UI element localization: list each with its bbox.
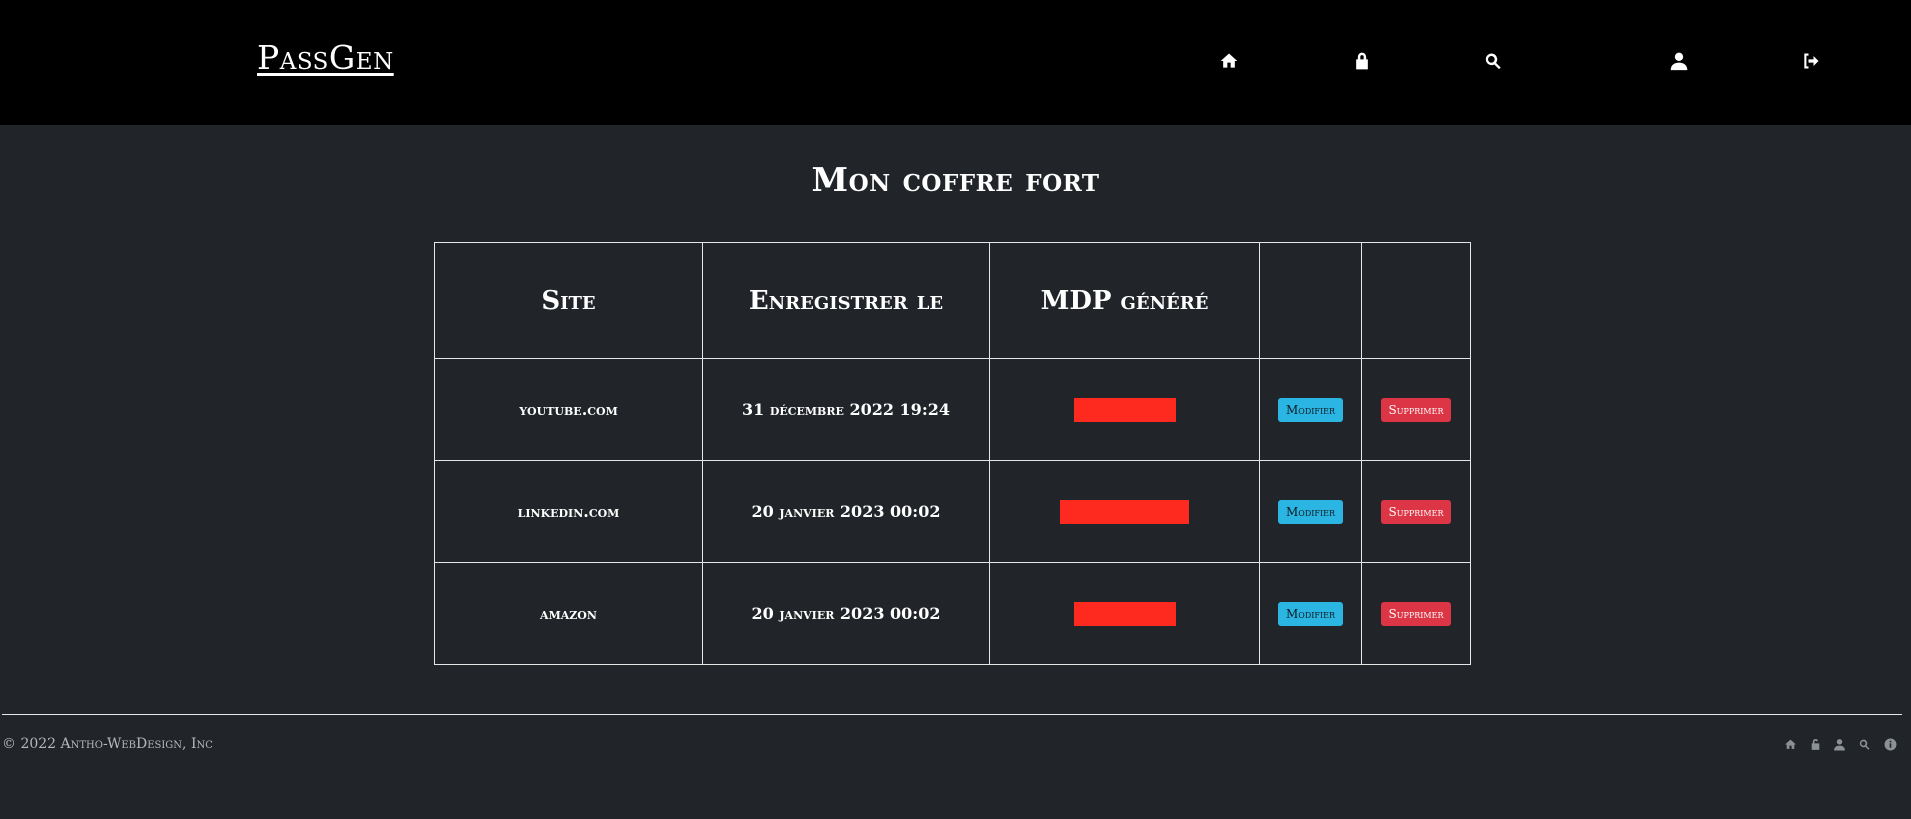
search-icon[interactable] [1482, 50, 1504, 72]
table-row: youtube.com 31 décembre 2022 19:24 Modif… [434, 358, 1471, 461]
info-icon[interactable] [1883, 737, 1897, 751]
page-title: Mon coffre fort [811, 160, 1100, 199]
column-header-modify [1259, 242, 1362, 359]
modify-button[interactable]: Modifier [1278, 601, 1343, 626]
table-row: amazon 20 janvier 2023 00:02 Modifier Su… [434, 562, 1471, 665]
home-icon[interactable] [1783, 737, 1797, 751]
delete-button[interactable]: Supprimer [1380, 601, 1452, 626]
column-header-delete [1361, 242, 1471, 359]
site-cell: linkedin.com [434, 460, 703, 563]
delete-cell: Supprimer [1361, 460, 1471, 563]
delete-cell: Supprimer [1361, 562, 1471, 665]
column-header-date: Enregistrer le [702, 242, 990, 359]
column-header-site: Site [434, 242, 703, 359]
password-cell [989, 562, 1260, 665]
modify-cell: Modifier [1259, 358, 1362, 461]
redacted-password [1073, 397, 1176, 422]
home-icon[interactable] [1218, 50, 1240, 72]
search-icon[interactable] [1857, 737, 1871, 751]
delete-cell: Supprimer [1361, 358, 1471, 461]
delete-button[interactable]: Supprimer [1380, 499, 1452, 524]
user-icon[interactable] [1668, 50, 1690, 72]
password-cell [989, 460, 1260, 563]
redacted-password [1073, 601, 1176, 626]
date-cell: 31 décembre 2022 19:24 [702, 358, 990, 461]
lock-icon[interactable] [1351, 50, 1373, 72]
delete-button[interactable]: Supprimer [1380, 397, 1452, 422]
date-cell: 20 janvier 2023 00:02 [702, 562, 990, 665]
modify-cell: Modifier [1259, 562, 1362, 665]
redacted-password [1060, 499, 1189, 524]
column-header-password: MDP généré [989, 242, 1260, 359]
modify-cell: Modifier [1259, 460, 1362, 563]
top-navbar: PassGen [0, 0, 1911, 125]
footer-divider [2, 714, 1902, 715]
modify-button[interactable]: Modifier [1278, 499, 1343, 524]
date-cell: 20 janvier 2023 00:02 [702, 460, 990, 563]
password-cell [989, 358, 1260, 461]
unlock-icon[interactable] [1808, 737, 1822, 751]
sign-out-icon[interactable] [1800, 50, 1822, 72]
site-cell: amazon [434, 562, 703, 665]
table-row: linkedin.com 20 janvier 2023 00:02 Modif… [434, 460, 1471, 563]
table-header-row: Site Enregistrer le MDP généré [434, 242, 1471, 359]
user-icon[interactable] [1832, 737, 1846, 751]
brand-logo-link[interactable]: PassGen [257, 38, 394, 77]
modify-button[interactable]: Modifier [1278, 397, 1343, 422]
footer-copyright: © 2022 Antho-WebDesign, Inc [2, 736, 213, 752]
password-vault-table: Site Enregistrer le MDP généré youtube.c… [434, 242, 1471, 665]
site-cell: youtube.com [434, 358, 703, 461]
